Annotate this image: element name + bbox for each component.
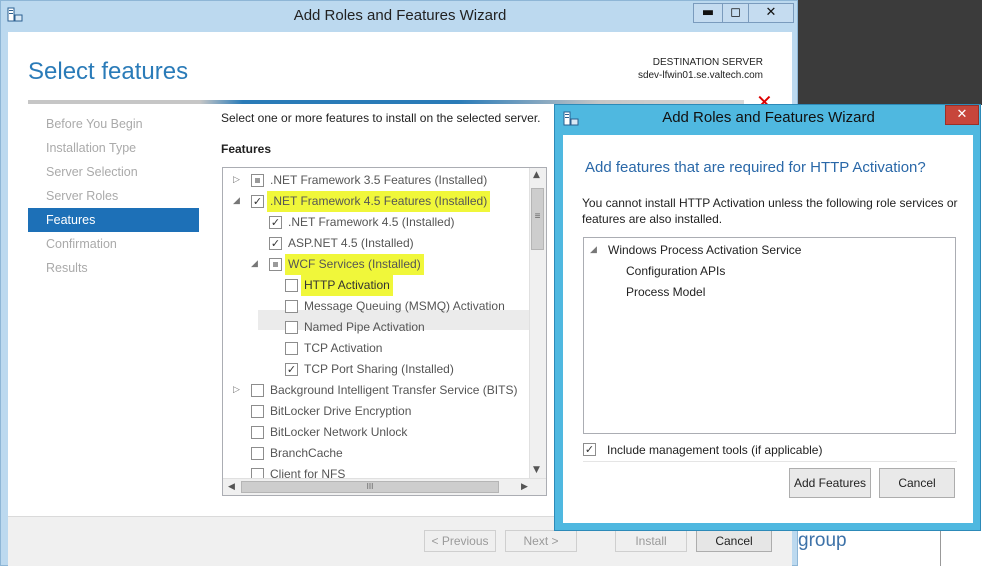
nav-item-before-you-begin[interactable]: Before You Begin bbox=[28, 112, 199, 136]
tree-row[interactable]: ◢ WCF Services (Installed) bbox=[223, 254, 528, 275]
collapse-arrow-icon[interactable]: ◢ bbox=[233, 191, 240, 212]
tree-row[interactable]: ✓ .NET Framework 4.5 (Installed) bbox=[223, 212, 528, 233]
scroll-right-arrow-icon[interactable]: ▶ bbox=[521, 482, 528, 492]
close-button[interactable]: ✕ bbox=[748, 3, 794, 23]
feature-checkbox[interactable]: ✓ bbox=[269, 237, 282, 250]
tree-row[interactable]: TCP Activation bbox=[223, 338, 528, 359]
tree-row[interactable]: BitLocker Network Unlock bbox=[223, 422, 528, 443]
feature-checkbox[interactable]: ✓ bbox=[285, 363, 298, 376]
required-features-list[interactable]: ◢ Windows Process Activation Service Confi… bbox=[583, 237, 956, 434]
feature-label: Message Queuing (MSMQ) Activation bbox=[304, 299, 505, 313]
dialog-description: You cannot install HTTP Activation unles… bbox=[582, 196, 958, 226]
feature-checkbox[interactable] bbox=[285, 321, 298, 334]
page-title: Select features bbox=[28, 58, 189, 85]
add-features-button[interactable]: Add Features bbox=[789, 468, 871, 498]
nav-item-server-selection[interactable]: Server Selection bbox=[28, 160, 199, 184]
nav-item-confirmation[interactable]: Confirmation bbox=[28, 232, 199, 256]
tree-row[interactable]: ◢ ✓ .NET Framework 4.5 Features (Installed… bbox=[223, 191, 528, 212]
include-management-tools-row[interactable]: ✓ Include management tools (if applicabl… bbox=[583, 441, 883, 459]
feature-label: BranchCache bbox=[270, 446, 343, 460]
feature-label: Background Intelligent Transfer Service … bbox=[270, 383, 518, 397]
main-window-title: Add Roles and Features Wizard bbox=[293, 7, 507, 24]
cancel-button[interactable]: Cancel bbox=[696, 530, 772, 552]
feature-label: TCP Activation bbox=[304, 341, 383, 355]
install-button[interactable]: Install bbox=[615, 530, 687, 552]
feature-checkbox[interactable] bbox=[285, 300, 298, 313]
main-title-bar[interactable]: Add Roles and Features Wizard ▬ ◻ ✕ bbox=[1, 1, 799, 31]
nav-item-server-roles[interactable]: Server Roles bbox=[28, 184, 199, 208]
nav-item-installation-type[interactable]: Installation Type bbox=[28, 136, 199, 160]
background-group-text: group bbox=[798, 530, 847, 551]
feature-checkbox[interactable] bbox=[251, 405, 264, 418]
feature-checkbox[interactable] bbox=[285, 342, 298, 355]
scroll-left-arrow-icon[interactable]: ◀ bbox=[228, 482, 235, 492]
tree-row[interactable]: ▷ Background Intelligent Transfer Service… bbox=[223, 380, 528, 401]
dialog-close-button[interactable]: ✕ bbox=[945, 105, 979, 125]
expand-arrow-icon[interactable]: ▷ bbox=[233, 380, 240, 401]
tree-row[interactable]: HTTP Activation bbox=[223, 275, 528, 296]
maximize-button[interactable]: ◻ bbox=[722, 3, 749, 23]
dialog-heading: Add features that are required for HTTP … bbox=[585, 159, 926, 176]
feature-label: TCP Port Sharing (Installed) bbox=[304, 362, 454, 376]
tree-row[interactable]: ✓ ASP.NET 4.5 (Installed) bbox=[223, 233, 528, 254]
dialog-content: Add features that are required for HTTP … bbox=[563, 135, 973, 523]
feature-label: .NET Framework 3.5 Features (Installed) bbox=[270, 173, 488, 187]
tree-row[interactable]: BitLocker Drive Encryption bbox=[223, 401, 528, 422]
previous-button[interactable]: < Previous bbox=[424, 530, 496, 552]
collapse-arrow-icon[interactable]: ◢ bbox=[251, 254, 258, 275]
tree-row[interactable]: Named Pipe Activation bbox=[223, 317, 528, 338]
feature-checkbox[interactable] bbox=[285, 279, 298, 292]
feature-checkbox[interactable] bbox=[269, 258, 282, 271]
required-feature-label: Process Model bbox=[626, 285, 706, 299]
required-feature-label: Windows Process Activation Service bbox=[608, 243, 802, 257]
nav-item-features[interactable]: Features bbox=[28, 208, 199, 232]
feature-label: BitLocker Network Unlock bbox=[270, 425, 408, 439]
scroll-down-arrow-icon[interactable]: ▼ bbox=[533, 465, 540, 475]
dialog-title: Add Roles and Features Wizard bbox=[662, 109, 875, 126]
horizontal-scroll-thumb[interactable]: III bbox=[241, 481, 499, 493]
minimize-button[interactable]: ▬ bbox=[693, 3, 723, 23]
destination-server-block: DESTINATION SERVER sdev-lfwin01.se.valte… bbox=[508, 56, 763, 82]
feature-checkbox[interactable] bbox=[251, 384, 264, 397]
expand-arrow-icon[interactable]: ▷ bbox=[233, 170, 240, 191]
include-management-tools-label: Include management tools (if applicable) bbox=[607, 443, 823, 457]
vertical-scroll-thumb[interactable]: ≡ bbox=[531, 188, 544, 250]
tree-row[interactable]: Message Queuing (MSMQ) Activation bbox=[223, 296, 528, 317]
nav-item-results[interactable]: Results bbox=[28, 256, 199, 280]
feature-label: .NET Framework 4.5 (Installed) bbox=[288, 215, 455, 229]
feature-label: Named Pipe Activation bbox=[304, 320, 425, 334]
scroll-up-arrow-icon[interactable]: ▲ bbox=[533, 170, 540, 180]
feature-label: WCF Services (Installed) bbox=[285, 254, 424, 275]
collapse-arrow-icon[interactable]: ◢ bbox=[590, 240, 597, 261]
required-feature-label: Configuration APIs bbox=[626, 264, 726, 278]
feature-checkbox[interactable]: ✓ bbox=[269, 216, 282, 229]
features-heading: Features bbox=[221, 142, 272, 156]
instruction-text: Select one or more features to install o… bbox=[221, 111, 541, 125]
dialog-cancel-button[interactable]: Cancel bbox=[879, 468, 955, 498]
include-management-tools-checkbox[interactable]: ✓ bbox=[583, 443, 596, 456]
feature-checkbox[interactable]: ✓ bbox=[251, 195, 264, 208]
tree-row[interactable]: ▷ .NET Framework 3.5 Features (Installed) bbox=[223, 170, 528, 191]
next-button[interactable]: Next > bbox=[505, 530, 577, 552]
dialog-separator bbox=[583, 461, 957, 462]
feature-label: HTTP Activation bbox=[301, 275, 393, 296]
feature-checkbox[interactable] bbox=[251, 447, 264, 460]
tree-row[interactable]: ✓ TCP Port Sharing (Installed) bbox=[223, 359, 528, 380]
features-tree[interactable]: ▷ .NET Framework 3.5 Features (Installed)… bbox=[222, 167, 547, 496]
required-features-dialog: Add Roles and Features Wizard ✕ Add feat… bbox=[554, 104, 981, 531]
feature-label: ASP.NET 4.5 (Installed) bbox=[288, 236, 414, 250]
feature-checkbox[interactable] bbox=[251, 174, 264, 187]
feature-checkbox[interactable] bbox=[251, 426, 264, 439]
feature-label: .NET Framework 4.5 Features (Installed) bbox=[267, 191, 491, 212]
tree-row[interactable]: BranchCache bbox=[223, 443, 528, 464]
destination-server-name: sdev-lfwin01.se.valtech.com bbox=[637, 70, 763, 81]
feature-label: BitLocker Drive Encryption bbox=[270, 404, 412, 418]
destination-server-label: DESTINATION SERVER bbox=[652, 57, 763, 68]
